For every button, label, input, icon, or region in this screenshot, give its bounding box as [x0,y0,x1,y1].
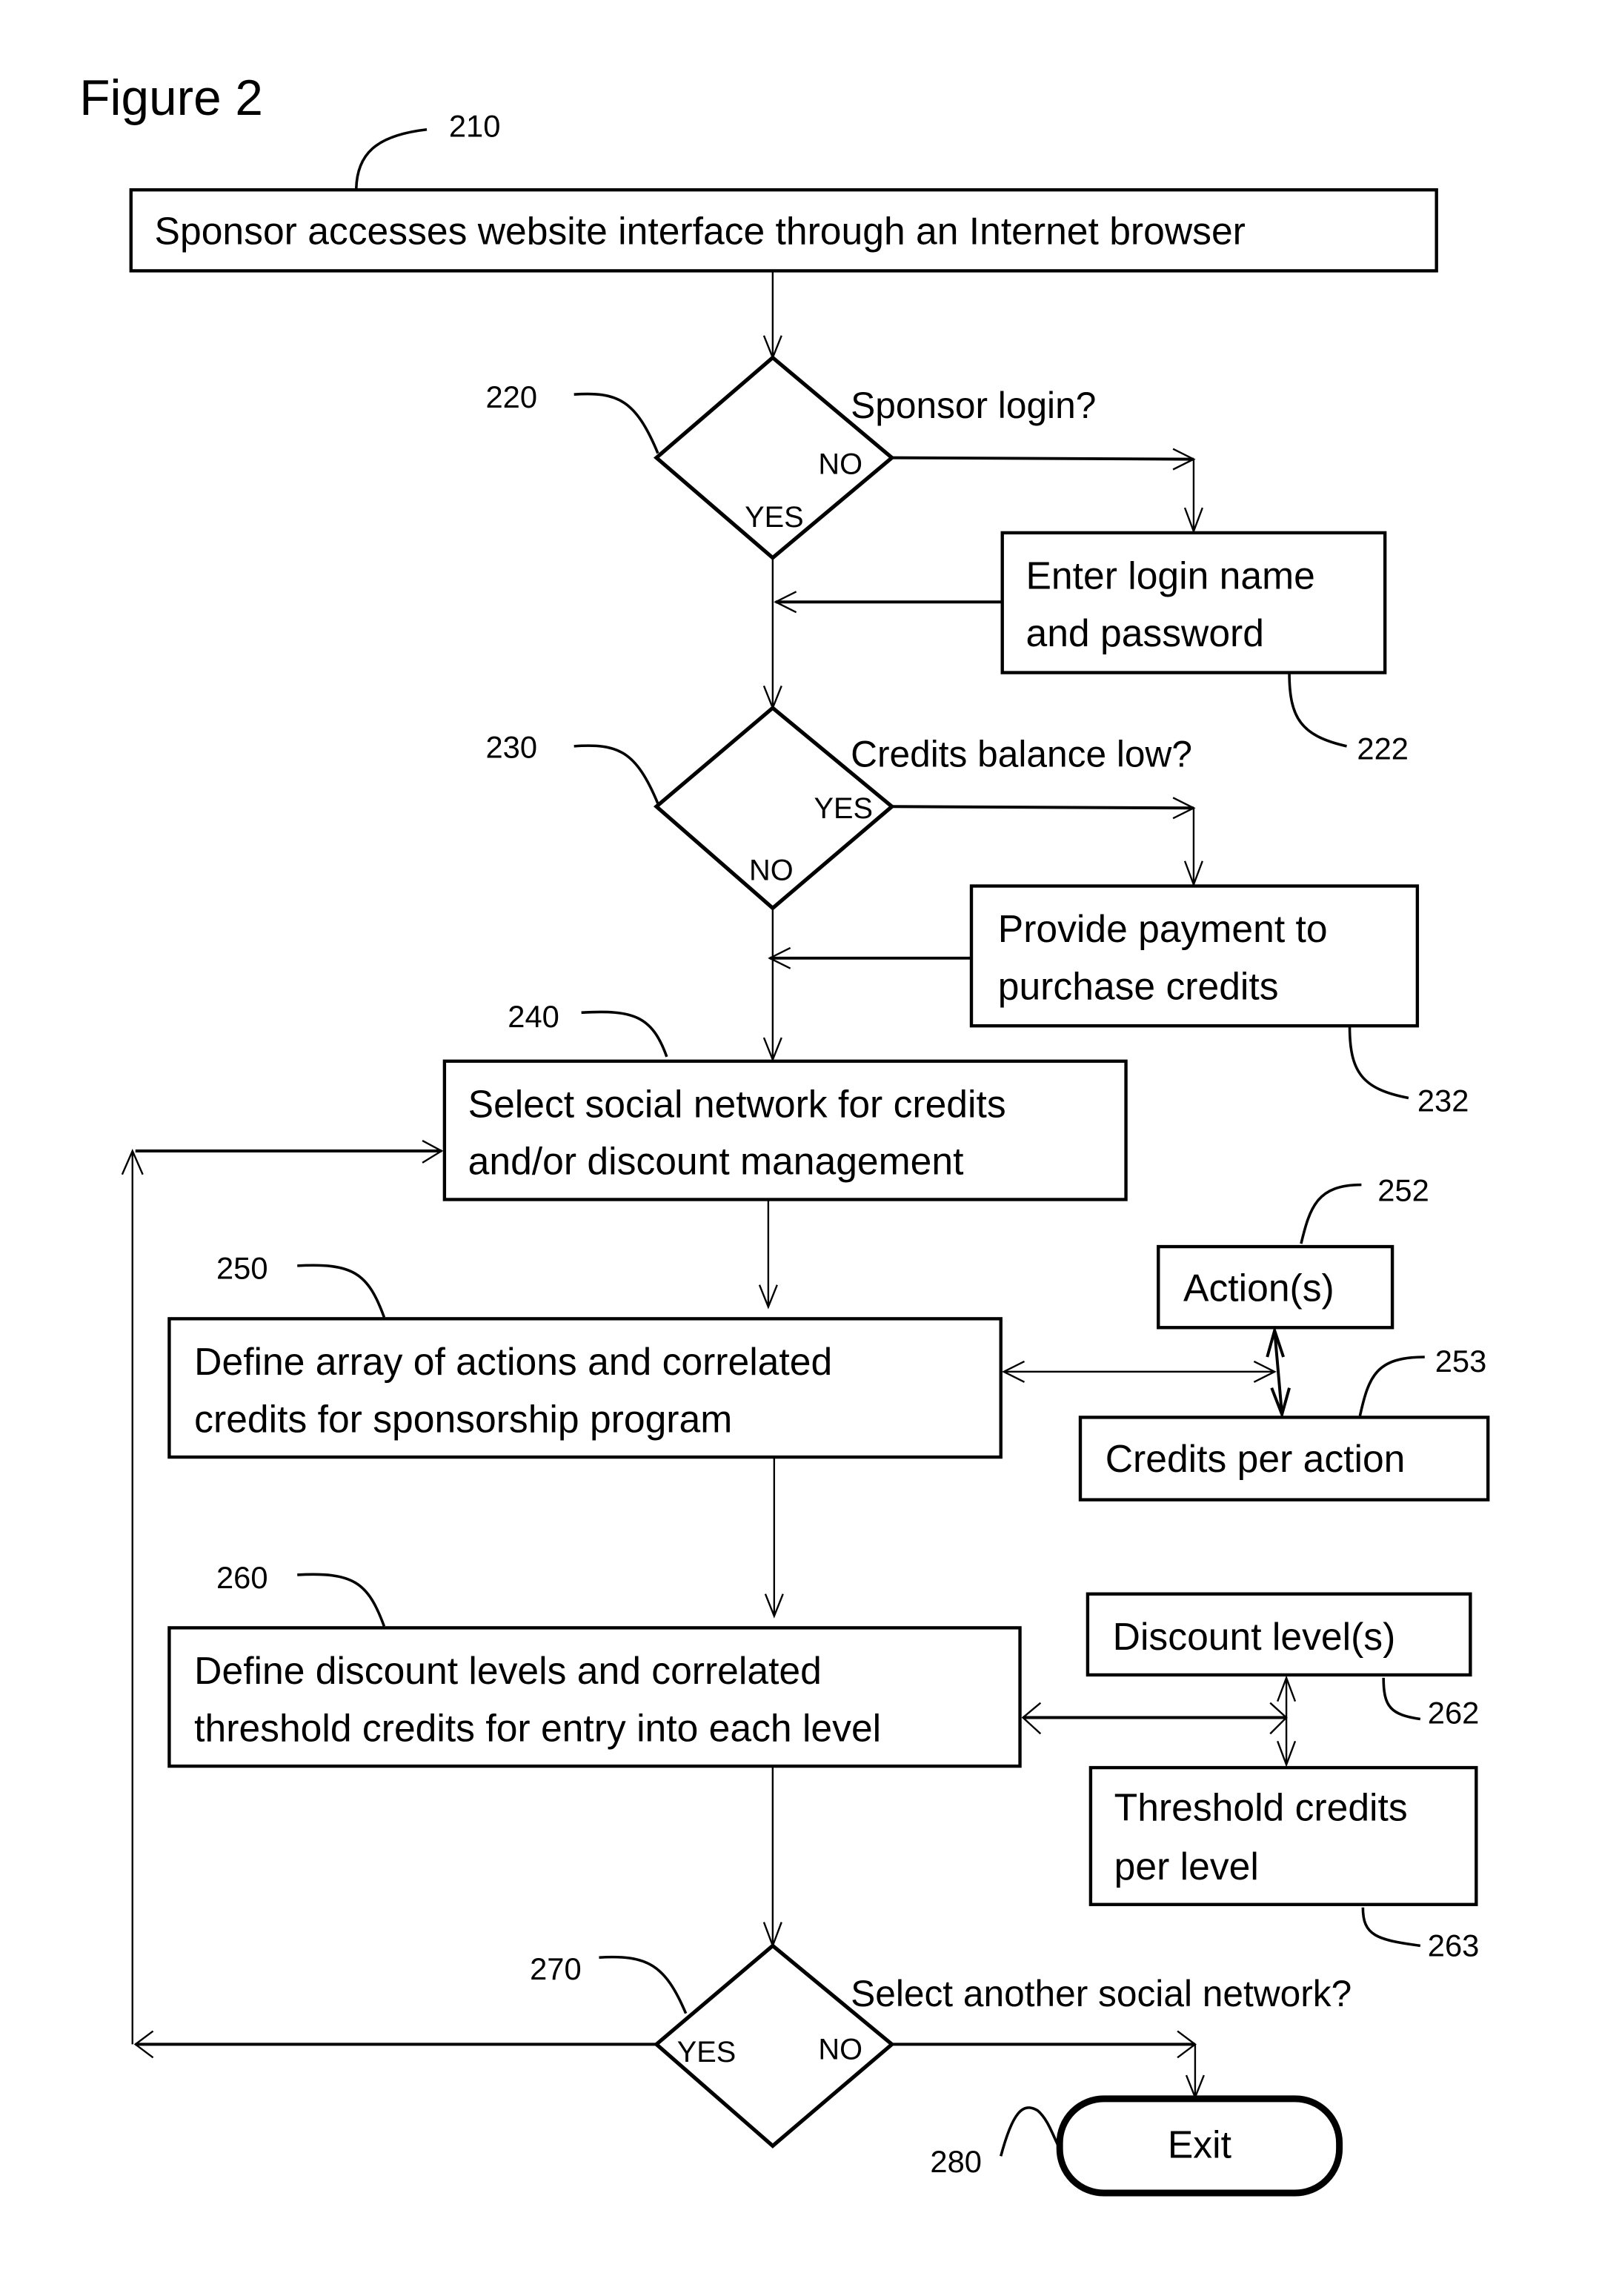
decision-270-question: Select another social network? [851,1973,1352,2014]
step-253-text: Credits per action [1106,1437,1406,1480]
ref-leader-262 [1382,1677,1421,1721]
step-240-text-line2: and/or discount management [468,1140,964,1183]
ref-label-270: 270 [530,1951,582,1986]
decision-220-question: Sponsor login? [851,385,1096,426]
step-262-text: Discount level(s) [1113,1615,1396,1658]
flowchart: Figure 2 210 Sponsor accesses website in… [79,70,1490,2197]
ref-label-232: 232 [1417,1083,1469,1118]
ref-leader-222 [1288,672,1347,748]
ref-label-220: 220 [486,379,538,414]
ref-label-280: 280 [930,2144,982,2179]
step-232-text-line1: Provide payment to [998,907,1328,950]
ref-label-240: 240 [508,999,559,1034]
ref-label-253: 253 [1435,1344,1487,1378]
ref-leader-232 [1348,1026,1409,1100]
ref-label-250: 250 [216,1251,268,1286]
ref-leader-252 [1300,1183,1362,1244]
step-252-text: Action(s) [1183,1267,1334,1310]
step-232-text-line2: purchase credits [998,964,1279,1007]
ref-leader-253 [1358,1356,1425,1416]
ref-label-230: 230 [486,730,538,765]
decision-230-yes-label: YES [814,792,872,825]
step-260-text-line2: threshold credits for entry into each le… [194,1706,881,1749]
ref-label-252: 252 [1377,1172,1429,1207]
decision-270-yes-label: YES [677,2036,736,2068]
decision-220-no-label: NO [818,448,862,480]
step-260-text-line1: Define discount levels and correlated [194,1649,822,1692]
ref-leader-240 [581,1010,668,1058]
decision-230-no-label: NO [749,855,794,887]
ref-leader-280 [999,2106,1061,2157]
figure-title: Figure 2 [79,70,263,126]
step-210-text: Sponsor accesses website interface throu… [155,210,1246,253]
ref-leader-270 [599,1955,688,2014]
decision-220-yes-label: YES [745,501,803,534]
step-263-text-line1: Threshold credits [1114,1786,1408,1829]
decision-230-question: Credits balance low? [851,734,1192,775]
ref-leader-220 [574,392,659,454]
ref-label-210: 210 [449,109,501,144]
decision-270-no-label: NO [818,2033,862,2066]
step-222-text-line2: and password [1025,611,1263,654]
step-240-text-line1: Select social network for credits [468,1082,1006,1125]
step-263-text-line2: per level [1114,1845,1259,1888]
ref-leader-263 [1361,1907,1421,1948]
terminal-280-text: Exit [1168,2123,1231,2166]
ref-label-263: 263 [1428,1928,1480,1962]
ref-leader-260 [297,1573,386,1628]
connector-220-no [891,456,1194,461]
ref-label-260: 260 [216,1560,268,1595]
ref-label-262: 262 [1428,1695,1480,1730]
step-250-text-line1: Define array of actions and correlated [194,1340,832,1383]
connector-230-yes [891,805,1194,810]
ref-label-222: 222 [1357,731,1409,766]
step-250-text-line2: credits for sponsorship program [194,1397,732,1440]
ref-leader-230 [574,744,659,804]
ref-leader-210 [354,127,428,192]
step-222-text-line1: Enter login name [1025,554,1314,597]
ref-leader-250 [297,1264,386,1318]
